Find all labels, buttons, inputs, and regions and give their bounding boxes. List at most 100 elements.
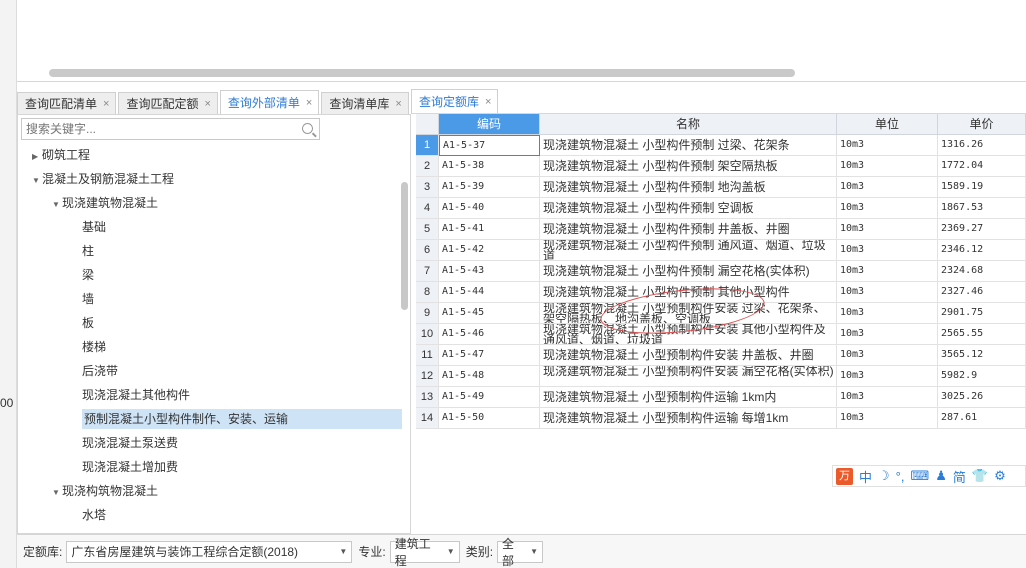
skin-icon[interactable]: 👕 <box>972 468 988 484</box>
cell-name[interactable]: 现浇建筑物混凝土 小型预制构件安装 其他小型构件及通风道、烟道、垃圾道 <box>540 324 837 345</box>
cell-price[interactable]: 2346.12 <box>938 240 1026 261</box>
left-tab-1[interactable]: 查询匹配定额 × <box>118 92 218 114</box>
cell-price[interactable]: 2565.55 <box>938 324 1026 345</box>
header-unit[interactable]: 单位 <box>837 114 938 135</box>
cell-unit[interactable]: 10m3 <box>837 156 938 177</box>
table-row[interactable]: 4 A1-5-40 现浇建筑物混凝土 小型构件预制 空调板 10m3 1867.53 <box>416 198 1026 219</box>
tree-item[interactable]: 现浇混凝土泵送费 <box>82 433 178 453</box>
cell-unit[interactable]: 10m3 <box>837 261 938 282</box>
left-tab-3[interactable]: 查询清单库 × <box>321 92 409 114</box>
caret-down-icon[interactable]: ▼ <box>32 171 42 191</box>
tree-item[interactable]: ▶ 砌筑工程 <box>32 145 90 165</box>
table-row[interactable]: 5 A1-5-41 现浇建筑物混凝土 小型构件预制 井盖板、井圈 10m3 2369.2… <box>416 219 1026 240</box>
cell-name[interactable]: 现浇建筑物混凝土 小型预制构件安装 井盖板、井圈 <box>540 345 837 366</box>
tree-item[interactable]: 墙 <box>82 289 94 309</box>
library-select[interactable]: 广东省房屋建筑与装饰工程综合定额(2018) ▼ <box>66 540 353 563</box>
header-name[interactable]: 名称 <box>540 114 837 135</box>
tree-item[interactable]: 现浇混凝土其他构件 <box>82 385 190 405</box>
ime-toolbar[interactable]: 万 中 ☽ °, ⌨ ♟ 简 👕 ⚙ <box>832 465 1026 487</box>
table-row[interactable]: 14 A1-5-50 现浇建筑物混凝土 小型预制构件运输 每增1km 10m3 287.… <box>416 408 1026 429</box>
user-icon[interactable]: ♟ <box>935 468 947 484</box>
cell-name[interactable]: 现浇建筑物混凝土 小型预制构件安装 过梁、花架条、架空隔热板、地沟盖板、空调板 <box>540 303 837 324</box>
cell-name[interactable]: 现浇建筑物混凝土 小型预制构件运输 每增1km <box>540 408 837 429</box>
cell-name[interactable]: 现浇建筑物混凝土 小型构件预制 通风道、烟道、垃圾道 <box>540 240 837 261</box>
cell-code[interactable]: A1-5-49 <box>439 387 540 408</box>
search-input[interactable] <box>22 119 292 139</box>
gear-icon[interactable]: ⚙ <box>994 468 1006 484</box>
header-code[interactable]: 编码 <box>439 114 540 135</box>
cell-name[interactable]: 现浇建筑物混凝土 小型构件预制 漏空花格(实体积) <box>540 261 837 282</box>
ime-logo-icon[interactable]: 万 <box>836 467 853 485</box>
tree-item[interactable]: 楼梯 <box>82 337 106 357</box>
cell-price[interactable]: 3025.26 <box>938 387 1026 408</box>
cell-price[interactable]: 1589.19 <box>938 177 1026 198</box>
cell-price[interactable]: 1316.26 <box>938 135 1026 156</box>
cell-unit[interactable]: 10m3 <box>837 324 938 345</box>
cell-price[interactable]: 2327.46 <box>938 282 1026 303</box>
tree-item[interactable]: ▼ 现浇构筑物混凝土 <box>52 481 158 501</box>
table-row[interactable]: 8 A1-5-44 现浇建筑物混凝土 小型构件预制 其他小型构件 10m3 2327.4… <box>416 282 1026 303</box>
cell-name[interactable]: 现浇建筑物混凝土 小型构件预制 空调板 <box>540 198 837 219</box>
cell-price[interactable]: 3565.12 <box>938 345 1026 366</box>
cell-unit[interactable]: 10m3 <box>837 408 938 429</box>
cell-name[interactable]: 现浇建筑物混凝土 小型构件预制 地沟盖板 <box>540 177 837 198</box>
ime-simplified-icon[interactable]: 简 <box>953 467 966 486</box>
tree-item[interactable]: 基础 <box>82 217 106 237</box>
cell-code[interactable]: A1-5-48 <box>439 366 540 387</box>
tree-item[interactable]: 后浇带 <box>82 361 118 381</box>
cell-unit[interactable]: 10m3 <box>837 177 938 198</box>
cell-price[interactable]: 5982.9 <box>938 366 1026 387</box>
category-select[interactable]: 全部 ▼ <box>497 537 544 568</box>
horizontal-scrollbar[interactable] <box>49 69 795 77</box>
cell-code[interactable]: A1-5-50 <box>439 408 540 429</box>
cell-price[interactable]: 2324.68 <box>938 261 1026 282</box>
cell-unit[interactable]: 10m3 <box>837 240 938 261</box>
table-row[interactable]: 9 A1-5-45 现浇建筑物混凝土 小型预制构件安装 过梁、花架条、架空隔热板、地… <box>416 303 1026 324</box>
cell-code[interactable]: A1-5-44 <box>439 282 540 303</box>
cell-unit[interactable]: 10m3 <box>837 345 938 366</box>
tree-item[interactable]: 现浇混凝土增加费 <box>82 457 178 477</box>
cell-name[interactable]: 现浇建筑物混凝土 小型预制构件运输 1km内 <box>540 387 837 408</box>
caret-right-icon[interactable]: ▶ <box>32 147 42 167</box>
cell-name[interactable]: 现浇建筑物混凝土 小型构件预制 井盖板、井圈 <box>540 219 837 240</box>
close-icon[interactable]: × <box>395 98 401 110</box>
cell-unit[interactable]: 10m3 <box>837 198 938 219</box>
header-price[interactable]: 单价 <box>938 114 1026 135</box>
cell-code[interactable]: A1-5-38 <box>439 156 540 177</box>
major-select[interactable]: 建筑工程 ▼ <box>389 537 460 568</box>
search-icon[interactable] <box>302 123 313 134</box>
close-icon[interactable]: × <box>306 97 312 109</box>
cell-code[interactable]: A1-5-37 <box>439 135 540 156</box>
close-icon[interactable]: × <box>103 98 109 110</box>
cell-price[interactable]: 1867.53 <box>938 198 1026 219</box>
tree-item[interactable]: 水塔 <box>82 505 106 525</box>
table-row[interactable]: 1 A1-5-37 现浇建筑物混凝土 小型构件预制 过梁、花架条 10m3 1316.2… <box>416 135 1026 156</box>
cell-unit[interactable]: 10m3 <box>837 282 938 303</box>
tree-item[interactable]: 梁 <box>82 265 94 285</box>
table-row[interactable]: 12 A1-5-48 现浇建筑物混凝土 小型预制构件安装 漏空花格(实体积) 10m3… <box>416 366 1026 387</box>
caret-down-icon[interactable]: ▼ <box>52 483 62 503</box>
table-row[interactable]: 6 A1-5-42 现浇建筑物混凝土 小型构件预制 通风道、烟道、垃圾道 10m3 23… <box>416 240 1026 261</box>
cell-code[interactable]: A1-5-45 <box>439 303 540 324</box>
cell-name[interactable]: 现浇建筑物混凝土 小型预制构件安装 漏空花格(实体积) <box>540 366 837 387</box>
tree-item[interactable]: ▼ 混凝土及钢筋混凝土工程 <box>32 169 174 189</box>
caret-down-icon[interactable]: ▼ <box>52 195 62 215</box>
table-row[interactable]: 11 A1-5-47 现浇建筑物混凝土 小型预制构件安装 井盖板、井圈 10m3 356… <box>416 345 1026 366</box>
cell-price[interactable]: 1772.04 <box>938 156 1026 177</box>
cell-code[interactable]: A1-5-42 <box>439 240 540 261</box>
tree-item[interactable]: 柱 <box>82 241 94 261</box>
left-tab-2[interactable]: 查询外部清单 × <box>219 90 320 114</box>
cell-code[interactable]: A1-5-46 <box>439 324 540 345</box>
table-row[interactable]: 10 A1-5-46 现浇建筑物混凝土 小型预制构件安装 其他小型构件及通风道、烟道… <box>416 324 1026 345</box>
tree-item[interactable]: 板 <box>82 313 94 333</box>
cell-code[interactable]: A1-5-41 <box>439 219 540 240</box>
table-row[interactable]: 2 A1-5-38 现浇建筑物混凝土 小型构件预制 架空隔热板 10m3 1772.04 <box>416 156 1026 177</box>
cell-unit[interactable]: 10m3 <box>837 303 938 324</box>
cell-unit[interactable]: 10m3 <box>837 366 938 387</box>
cell-unit[interactable]: 10m3 <box>837 387 938 408</box>
cell-price[interactable]: 2901.75 <box>938 303 1026 324</box>
cell-name[interactable]: 现浇建筑物混凝土 小型构件预制 过梁、花架条 <box>540 135 837 156</box>
cell-code[interactable]: A1-5-47 <box>439 345 540 366</box>
tree-item[interactable]: ▼ 现浇建筑物混凝土 <box>52 193 158 213</box>
tree-vertical-scrollbar[interactable] <box>401 182 408 310</box>
